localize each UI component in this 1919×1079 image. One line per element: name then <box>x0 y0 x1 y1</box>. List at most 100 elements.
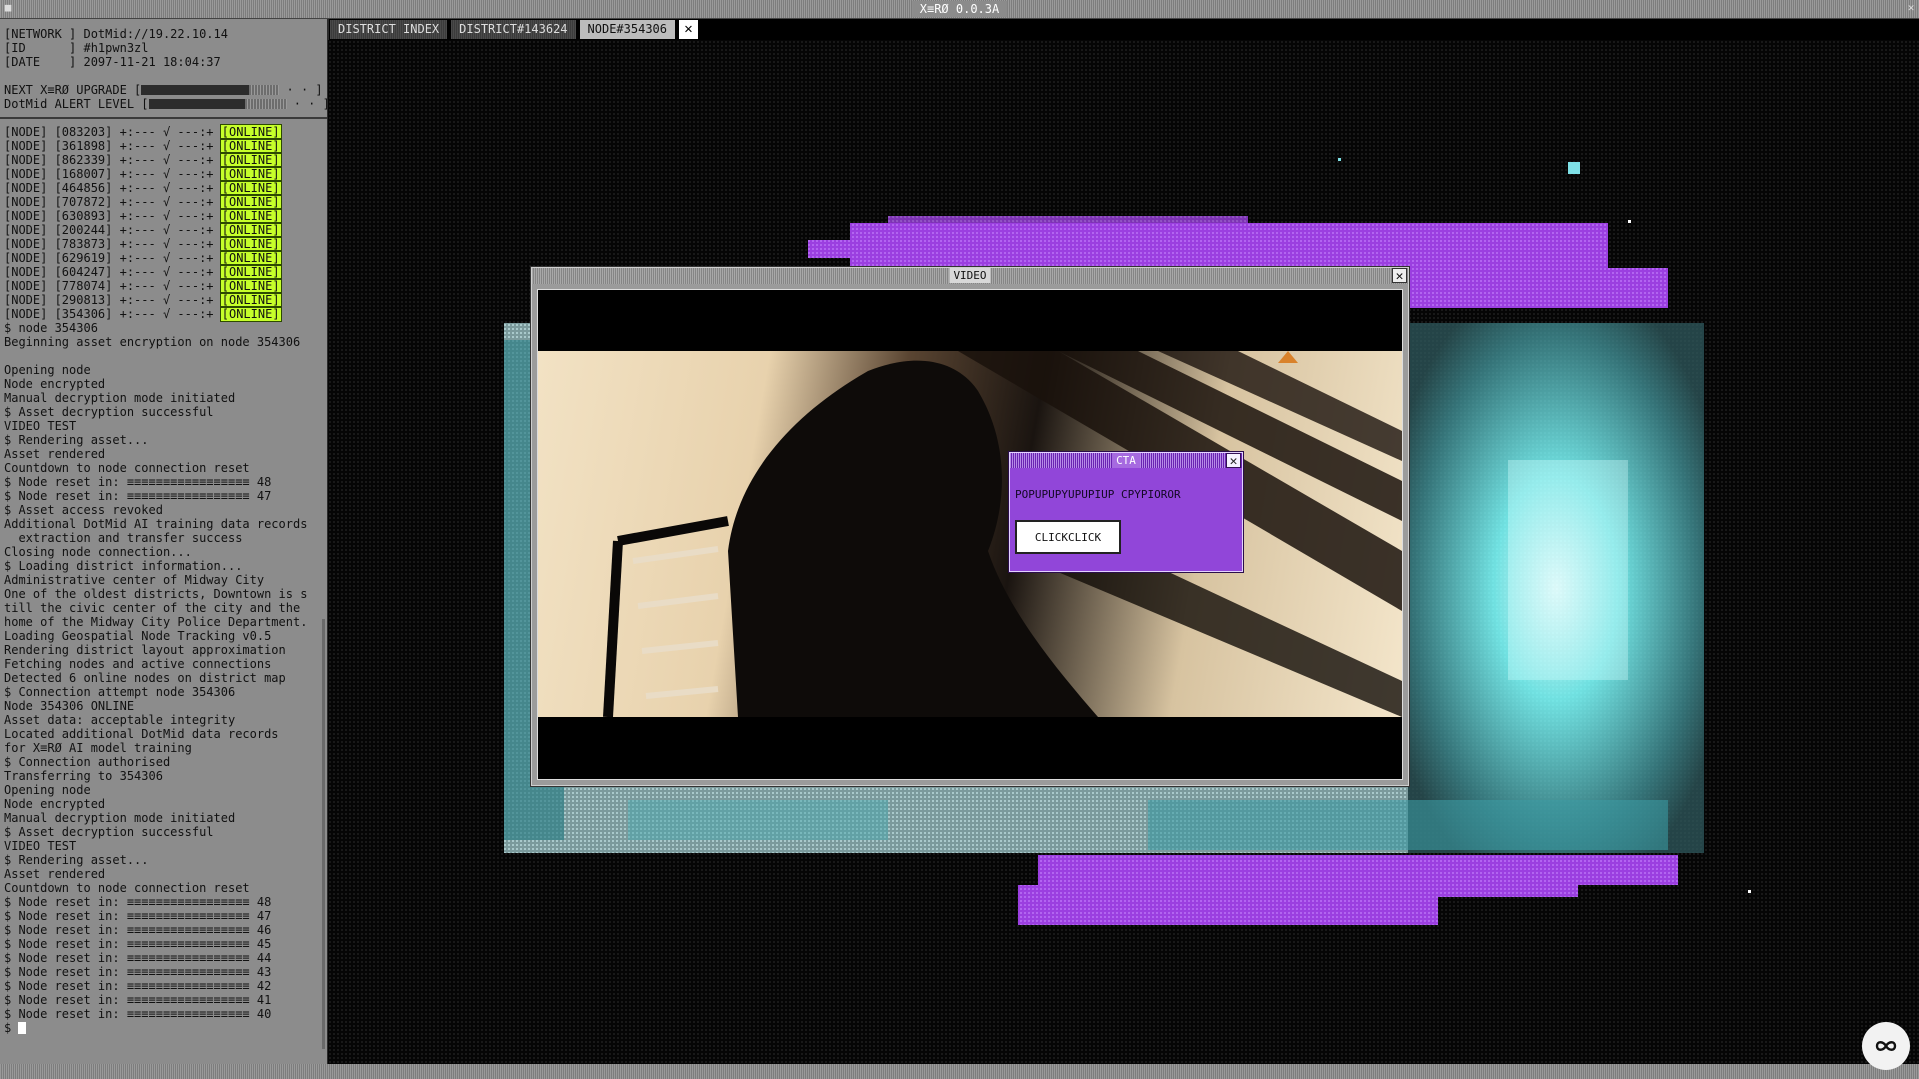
tab-close-icon[interactable]: ✕ <box>679 20 699 39</box>
alert-level-bar <box>148 99 287 109</box>
terminal-output: [NODE] [083203] +:--- √ ---:+ [ONLINE] [N… <box>0 124 327 1035</box>
log-line: $ Rendering asset... <box>4 433 149 447</box>
alert-bar-tail: · · ] <box>286 97 329 111</box>
log-line: $ Node reset in: ≡≡≡≡≡≡≡≡≡≡≡≡≡≡≡≡≡ 47 <box>4 909 272 923</box>
status-badge: [ONLINE] <box>219 208 282 224</box>
cta-button[interactable]: CLICKCLICK <box>1015 520 1121 554</box>
log-line: Closing node connection... <box>4 545 192 559</box>
command-prompt[interactable]: $ <box>4 1021 323 1035</box>
node-link-pattern: +:--- √ ---:+ <box>112 307 221 321</box>
node-row[interactable]: [NODE] [083203] +:--- √ ---:+ [ONLINE] <box>4 124 323 140</box>
status-badge: [ONLINE] <box>219 292 282 308</box>
log-line: Countdown to node connection reset <box>4 461 250 475</box>
status-badge: [ONLINE] <box>219 152 282 168</box>
node-link-pattern: +:--- √ ---:+ <box>112 139 221 153</box>
log-line: till the civic center of the city and th… <box>4 601 301 615</box>
node-row[interactable]: [NODE] [862339] +:--- √ ---:+ [ONLINE] <box>4 152 323 168</box>
close-icon[interactable]: ✕ <box>1392 268 1407 284</box>
log-line: Located additional DotMid data records <box>4 727 279 741</box>
log-line: $ Connection authorised <box>4 755 171 769</box>
log-line: home of the Midway City Police Departmen… <box>4 615 308 629</box>
log-line: $ Node reset in: ≡≡≡≡≡≡≡≡≡≡≡≡≡≡≡≡≡ 40 <box>4 1007 272 1021</box>
node-link-pattern: +:--- √ ---:+ <box>112 195 221 209</box>
node-list: [NODE] [083203] +:--- √ ---:+ [ONLINE] [N… <box>4 124 323 322</box>
log-line: VIDEO TEST <box>4 839 77 853</box>
log-line: $ Node reset in: ≡≡≡≡≡≡≡≡≡≡≡≡≡≡≡≡≡ 41 <box>4 993 272 1007</box>
node-row[interactable]: [NODE] [707872] +:--- √ ---:+ [ONLINE] <box>4 194 323 210</box>
video-window[interactable]: VIDEO ✕ <box>531 267 1409 786</box>
status-badge: [ONLINE] <box>219 138 282 154</box>
log-line: VIDEO TEST <box>4 419 77 433</box>
status-badge: [ONLINE] <box>219 180 282 196</box>
node-id: [NODE] [168007] <box>4 167 113 181</box>
node-row[interactable]: [NODE] [290813] +:--- √ ---:+ [ONLINE] <box>4 292 323 308</box>
log-line: $ Node reset in: ≡≡≡≡≡≡≡≡≡≡≡≡≡≡≡≡≡ 45 <box>4 937 272 951</box>
log-line: extraction and transfer success <box>4 531 243 545</box>
log-line: Node encrypted <box>4 797 106 811</box>
assist-button[interactable] <box>1862 1022 1910 1070</box>
prompt-symbol: $ <box>4 1021 19 1035</box>
log-line: $ Asset decryption successful <box>4 825 214 839</box>
tab-district-index[interactable]: DISTRICT INDEX <box>330 20 448 39</box>
terminal-scrollbar[interactable] <box>322 619 325 1049</box>
video-player[interactable] <box>537 289 1403 780</box>
node-row[interactable]: [NODE] [354306] +:--- √ ---:+ [ONLINE] <box>4 306 323 322</box>
status-badge: [ONLINE] <box>219 166 282 182</box>
log-line: Opening node <box>4 783 91 797</box>
node-row[interactable]: [NODE] [783873] +:--- √ ---:+ [ONLINE] <box>4 236 323 252</box>
log-line: Manual decryption mode initiated <box>4 391 236 405</box>
node-link-pattern: +:--- √ ---:+ <box>112 223 221 237</box>
status-strip <box>0 1064 1919 1079</box>
log-list: $ node 354306 Beginning asset encryption … <box>4 321 323 1021</box>
cta-titlebar[interactable]: CTA ✕ <box>1010 453 1242 469</box>
log-line: Asset rendered <box>4 867 106 881</box>
cta-message: POPUPUPYUPUPIUP CPYPIOROR <box>1015 488 1181 501</box>
node-row[interactable]: [NODE] [200244] +:--- √ ---:+ [ONLINE] <box>4 222 323 238</box>
upgrade-bar-tail: · · ] <box>279 83 323 97</box>
log-line: Transferring to 354306 <box>4 769 163 783</box>
log-line: $ Node reset in: ≡≡≡≡≡≡≡≡≡≡≡≡≡≡≡≡≡ 48 <box>4 895 272 909</box>
node-id: [NODE] [707872] <box>4 195 113 209</box>
status-badge: [ONLINE] <box>219 222 282 238</box>
log-line: Opening node <box>4 363 91 377</box>
node-row[interactable]: [NODE] [168007] +:--- √ ---:+ [ONLINE] <box>4 166 323 182</box>
log-line: Additional DotMid AI training data recor… <box>4 517 308 531</box>
window-close-icon[interactable]: ✕ <box>1904 1 1918 15</box>
node-id: [NODE] [464856] <box>4 181 113 195</box>
window-menu-icon[interactable]: ■ <box>1 1 15 15</box>
node-row[interactable]: [NODE] [604247] +:--- √ ---:+ [ONLINE] <box>4 264 323 280</box>
node-link-pattern: +:--- √ ---:+ <box>112 153 221 167</box>
terminal-panel[interactable]: [NETWORK ] DotMid://19.22.10.14 [ID ] #h… <box>0 19 329 1064</box>
node-row[interactable]: [NODE] [464856] +:--- √ ---:+ [ONLINE] <box>4 180 323 196</box>
cta-title: CTA <box>1112 453 1140 468</box>
id-line: [ID ] #h1pwn3zl <box>4 41 149 55</box>
log-line: $ Asset access revoked <box>4 503 163 517</box>
node-row[interactable]: [NODE] [361898] +:--- √ ---:+ [ONLINE] <box>4 138 323 154</box>
log-line: $ Node reset in: ≡≡≡≡≡≡≡≡≡≡≡≡≡≡≡≡≡ 46 <box>4 923 272 937</box>
node-row[interactable]: [NODE] [629619] +:--- √ ---:+ [ONLINE] <box>4 250 323 266</box>
log-line: Countdown to node connection reset <box>4 881 250 895</box>
video-titlebar[interactable]: VIDEO ✕ <box>532 268 1408 284</box>
cta-dialog[interactable]: CTA ✕ POPUPUPYUPUPIUP CPYPIOROR CLICKCLI… <box>1009 452 1243 572</box>
close-icon[interactable]: ✕ <box>1226 453 1241 469</box>
terminal-header: [NETWORK ] DotMid://19.22.10.14 [ID ] #h… <box>0 19 327 111</box>
network-line: [NETWORK ] DotMid://19.22.10.14 <box>4 27 228 41</box>
node-link-pattern: +:--- √ ---:+ <box>112 265 221 279</box>
cursor-block <box>18 1022 27 1034</box>
log-line: Asset rendered <box>4 447 106 461</box>
log-line: One of the oldest districts, Downtown is… <box>4 587 308 601</box>
node-id: [NODE] [604247] <box>4 265 113 279</box>
status-badge: [ONLINE] <box>219 306 282 322</box>
log-line: Node encrypted <box>4 377 106 391</box>
tab-district[interactable]: DISTRICT#143624 <box>451 20 576 39</box>
log-line: Loading Geospatial Node Tracking v0.5 <box>4 629 272 643</box>
tab-node[interactable]: NODE#354306 <box>579 20 676 39</box>
log-line: Manual decryption mode initiated <box>4 811 236 825</box>
tab-bar: DISTRICT INDEX DISTRICT#143624 NODE#3543… <box>330 20 699 39</box>
node-row[interactable]: [NODE] [778074] +:--- √ ---:+ [ONLINE] <box>4 278 323 294</box>
node-row[interactable]: [NODE] [630893] +:--- √ ---:+ [ONLINE] <box>4 208 323 224</box>
log-line: Node 354306 ONLINE <box>4 699 135 713</box>
video-scene-graphic <box>603 351 1402 717</box>
alert-label: DotMid ALERT LEVEL [ <box>4 97 149 111</box>
